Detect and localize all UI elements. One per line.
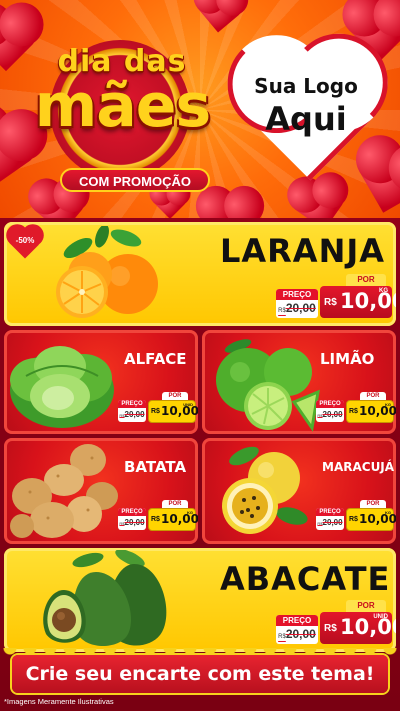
- old-price-label: PREÇO: [118, 508, 146, 516]
- new-price-box: R$ 10,00 KG: [346, 508, 396, 531]
- product-name: MARACUJÁ: [322, 460, 395, 474]
- product-name: BATATA: [124, 458, 187, 476]
- product-name: ALFACE: [124, 350, 187, 368]
- product-name: LARANJA: [220, 232, 386, 270]
- new-price-box: R$ 10,00 KG: [148, 508, 198, 531]
- new-price-label: POR: [346, 274, 386, 286]
- passion-fruit-image: [208, 440, 320, 544]
- product-name: LIMÃO: [320, 350, 375, 368]
- old-price: R$20,00: [119, 518, 145, 527]
- promo-subtitle: COM PROMOÇÃO: [60, 168, 210, 192]
- header: dia das mães COM PROMOÇÃO Sua Logo Aqui: [0, 0, 400, 218]
- new-price-label: POR: [346, 600, 386, 612]
- product-name: ABACATE: [220, 560, 391, 598]
- product-card-abacate: ABACATE PREÇO R$20,00 POR R$ 10,00 UNID: [4, 548, 396, 652]
- old-price: R$20,00: [317, 410, 343, 419]
- product-card-limao: LIMÃO PREÇO R$20,00 POR R$ 10,00 KG: [202, 330, 396, 434]
- old-price-label: PREÇO: [276, 615, 318, 626]
- price-tag: PREÇO R$20,00 POR R$ 10,00 KG: [118, 500, 198, 531]
- discount-badge: -50%: [8, 227, 42, 259]
- logo-placeholder[interactable]: Sua Logo Aqui: [226, 38, 386, 188]
- heart-decoration: [201, 191, 259, 218]
- product-card-laranja: LARANJA PREÇO R$20,00 POR R$ 10,00 KG: [4, 222, 396, 326]
- old-price-label: PREÇO: [316, 508, 344, 516]
- product-card-batata: BATATA PREÇO R$20,00 POR R$ 10,00 KG: [4, 438, 198, 544]
- logo-placeholder-line1: Sua Logo: [254, 74, 358, 98]
- old-price: R$20,00: [278, 301, 316, 315]
- new-price-box: R$ 10,00 KG: [320, 286, 396, 318]
- old-price-label: PREÇO: [118, 400, 146, 408]
- lime-image: [208, 336, 320, 434]
- old-price: R$20,00: [317, 518, 343, 527]
- old-price-label: PREÇO: [316, 400, 344, 408]
- product-card-maracuja: MARACUJÁ PREÇO R$20,00 POR R$ 10,00 KG: [202, 438, 396, 544]
- old-price-box: PREÇO R$20,00: [316, 400, 344, 422]
- orange-image: [48, 224, 168, 326]
- old-price-box: PREÇO R$20,00: [276, 289, 318, 318]
- price-tag: PREÇO R$20,00 POR R$ 10,00 UNID: [118, 392, 198, 423]
- old-price-box: PREÇO R$20,00: [276, 615, 318, 644]
- new-price-box: R$ 10,00 KG: [346, 400, 396, 423]
- price-tag: PREÇO R$20,00 POR R$ 10,00 KG: [276, 274, 396, 318]
- disclaimer: *Imagens Meramente Ilustrativas: [4, 697, 114, 706]
- price-tag: PREÇO R$20,00 POR R$ 10,00 KG: [316, 500, 396, 531]
- title-line2: mães: [34, 71, 211, 141]
- mothers-day-title: dia das mães COM PROMOÇÃO: [20, 30, 220, 192]
- potato-image: [8, 440, 120, 544]
- new-price-box: R$ 10,00 UNID: [148, 400, 198, 423]
- lettuce-image: [6, 336, 118, 434]
- price-tag: PREÇO R$20,00 POR R$ 10,00 KG: [316, 392, 396, 423]
- new-price-box: R$ 10,00 UNID: [320, 612, 396, 644]
- old-price-box: PREÇO R$20,00: [118, 508, 146, 530]
- logo-placeholder-line2: Aqui: [265, 100, 347, 138]
- old-price-label: PREÇO: [276, 289, 318, 300]
- old-price: R$20,00: [278, 627, 316, 641]
- price-tag: PREÇO R$20,00 POR R$ 10,00 UNID: [276, 600, 396, 644]
- old-price: R$20,00: [119, 410, 145, 419]
- avocado-image: [34, 549, 184, 652]
- old-price-box: PREÇO R$20,00: [316, 508, 344, 530]
- cta-banner-text: Crie seu encarte com este tema!: [25, 663, 375, 685]
- cta-banner[interactable]: Crie seu encarte com este tema!: [12, 655, 388, 693]
- old-price-box: PREÇO R$20,00: [118, 400, 146, 422]
- flyer-page: dia das mães COM PROMOÇÃO Sua Logo Aqui: [0, 0, 400, 711]
- product-card-alface: ALFACE PREÇO R$20,00 POR R$ 10,00 UNID: [4, 330, 198, 434]
